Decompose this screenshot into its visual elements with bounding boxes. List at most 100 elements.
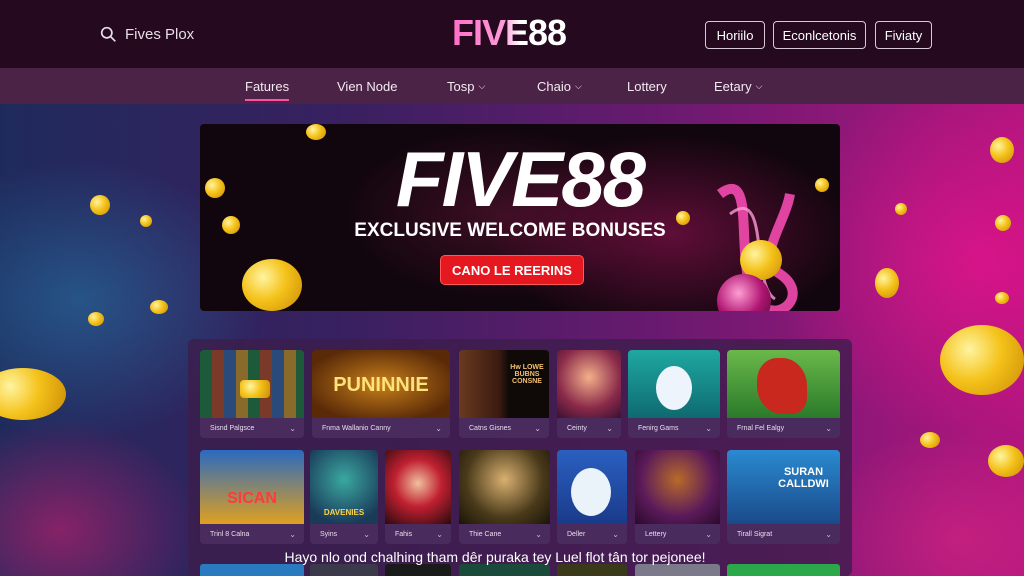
nav-item-2[interactable]: Vien Node <box>337 68 397 104</box>
game-art-text: SURAN CALLDWI <box>778 466 829 490</box>
chevron-down-icon: ⌄ <box>534 423 541 433</box>
dragon-decoration <box>757 358 807 414</box>
game-card-partial[interactable] <box>310 564 378 576</box>
search-label: Fives Plox <box>125 25 195 43</box>
game-art-text: Hw LOWE BUBNS CONSNE <box>510 364 544 385</box>
game-label: Frnal Fel Ealgy <box>737 424 785 432</box>
game-card[interactable]: Fahis ⌄ <box>385 450 451 544</box>
top-header: Fives Plox FIVE88 Horiilo Econlcetonis F… <box>0 0 1024 68</box>
chevron-down-icon: ⌄ <box>705 529 712 539</box>
game-thumbnail: SURAN CALLDWI <box>727 450 840 524</box>
chevron-down-icon: ⌄ <box>612 529 619 539</box>
game-thumbnail: PUNINNIE <box>312 350 450 418</box>
chevron-down-icon: ⌄ <box>289 423 296 433</box>
game-card-partial[interactable] <box>557 564 627 576</box>
game-label: Fnma Wallanio Canny <box>322 424 391 432</box>
game-thumbnail: DAVENIES <box>310 450 378 524</box>
main-nav: Fatures Vien Node Tosp ⌵ Chaio ⌵ Lottery… <box>0 68 1024 104</box>
game-art-text: SICAN <box>227 490 277 507</box>
coin-decoration <box>895 203 907 215</box>
game-thumbnail <box>557 350 621 418</box>
search-box[interactable]: Fives Plox <box>100 22 194 46</box>
game-thumbnail <box>557 450 627 524</box>
game-thumbnail <box>628 350 720 418</box>
chevron-down-icon: ⌄ <box>289 529 296 539</box>
chevron-down-icon: ⌵ <box>478 80 486 91</box>
coin-decoration <box>140 215 152 227</box>
game-thumbnail: Hw LOWE BUBNS CONSNE <box>459 350 549 418</box>
nav-item-label: Chaio <box>537 78 571 94</box>
nav-item-1[interactable]: Fatures <box>245 68 290 104</box>
game-card[interactable]: Sisnd Palgsce ⌄ <box>200 350 304 438</box>
game-label: Ceinty <box>567 424 587 432</box>
site-logo[interactable]: FIVE88 <box>452 12 567 54</box>
game-card[interactable]: SICAN Trinl 8 Calna ⌄ <box>200 450 304 544</box>
mascot-decoration <box>656 366 692 410</box>
nav-item-5[interactable]: Lottery <box>627 68 667 104</box>
chevron-down-icon: ⌄ <box>825 529 832 539</box>
header-button-3[interactable]: Fiviaty <box>875 21 932 49</box>
game-card[interactable]: Lettery ⌄ <box>635 450 720 544</box>
coin-decoration <box>306 124 326 140</box>
game-card[interactable]: Hw LOWE BUBNS CONSNE Catns Gisnes ⌄ <box>459 350 549 438</box>
coin-decoration <box>990 137 1014 163</box>
game-art-text: PUNINNIE <box>333 374 429 396</box>
game-card[interactable]: Frnal Fel Ealgy ⌄ <box>727 350 840 438</box>
banner-title: FIVE88 <box>395 135 646 223</box>
nav-item-label: Vien Node <box>337 78 398 94</box>
coin-decoration <box>995 292 1009 304</box>
game-thumbnail <box>200 350 304 418</box>
game-card[interactable]: PUNINNIE Fnma Wallanio Canny ⌄ <box>312 350 450 438</box>
game-card[interactable]: DAVENIES Syins ⌄ <box>310 450 378 544</box>
game-card[interactable]: SURAN CALLDWI Tirall Sigrat ⌄ <box>727 450 840 544</box>
coin-decoration <box>150 300 168 314</box>
nav-item-6[interactable]: Eetary ⌵ <box>714 68 762 104</box>
game-art-text: DAVENIES <box>323 508 365 517</box>
coin-decoration <box>88 312 104 326</box>
coin-decoration <box>0 368 66 420</box>
coin-decoration <box>988 445 1024 477</box>
game-card[interactable]: Ceinty ⌄ <box>557 350 621 438</box>
game-label: Syins <box>320 530 338 538</box>
game-card-partial[interactable] <box>385 564 451 576</box>
game-label: Thie Cane <box>469 530 502 538</box>
promo-banner[interactable]: FIVE88 EXCLUSIVE WELCOME BONUSES CANO LE… <box>200 124 840 311</box>
nav-item-label: Tosp <box>447 78 475 94</box>
game-label: Lettery <box>645 530 667 538</box>
chevron-down-icon: ⌄ <box>705 423 712 433</box>
game-label: Sisnd Palgsce <box>210 424 255 432</box>
nav-item-4[interactable]: Chaio ⌵ <box>537 68 582 104</box>
game-thumbnail <box>385 450 451 524</box>
nav-item-label: Lottery <box>627 78 667 94</box>
game-thumbnail: SICAN <box>200 450 304 524</box>
game-card-partial[interactable] <box>727 564 840 576</box>
game-label: Fenirg Gams <box>638 424 679 432</box>
coin-decoration <box>240 380 270 398</box>
nav-item-label: Fatures <box>245 78 290 94</box>
search-icon <box>100 26 116 42</box>
game-card[interactable]: Deller ⌄ <box>557 450 627 544</box>
header-button-2[interactable]: Econlcetonis <box>773 21 866 49</box>
game-card-partial[interactable] <box>200 564 304 576</box>
game-card-partial[interactable] <box>459 564 550 576</box>
chevron-down-icon: ⌄ <box>436 529 443 539</box>
game-label: Tirall Sigrat <box>737 530 773 538</box>
game-label: Catns Gisnes <box>469 424 512 432</box>
game-card[interactable]: Thie Cane ⌄ <box>459 450 550 544</box>
coin-decoration <box>920 432 940 448</box>
banner-cta-button[interactable]: CANO LE REERINS <box>440 255 584 285</box>
game-label: Deller <box>567 530 586 538</box>
chevron-down-icon: ⌄ <box>363 529 370 539</box>
coin-decoration <box>940 325 1024 395</box>
coin-decoration <box>875 268 899 298</box>
chevron-down-icon: ⌵ <box>574 80 582 91</box>
nav-item-label: Eetary <box>714 78 752 94</box>
game-card-partial[interactable] <box>635 564 720 576</box>
chevron-down-icon: ⌄ <box>435 423 442 433</box>
footer-caption: Hayo nlo ond chalhing tham dêr puraka te… <box>284 549 706 565</box>
nav-item-3[interactable]: Tosp ⌵ <box>447 68 485 104</box>
mascot-decoration <box>571 468 611 516</box>
header-button-1[interactable]: Horiilo <box>705 21 765 49</box>
coin-decoration <box>90 195 110 215</box>
game-card[interactable]: Fenirg Gams ⌄ <box>628 350 720 438</box>
